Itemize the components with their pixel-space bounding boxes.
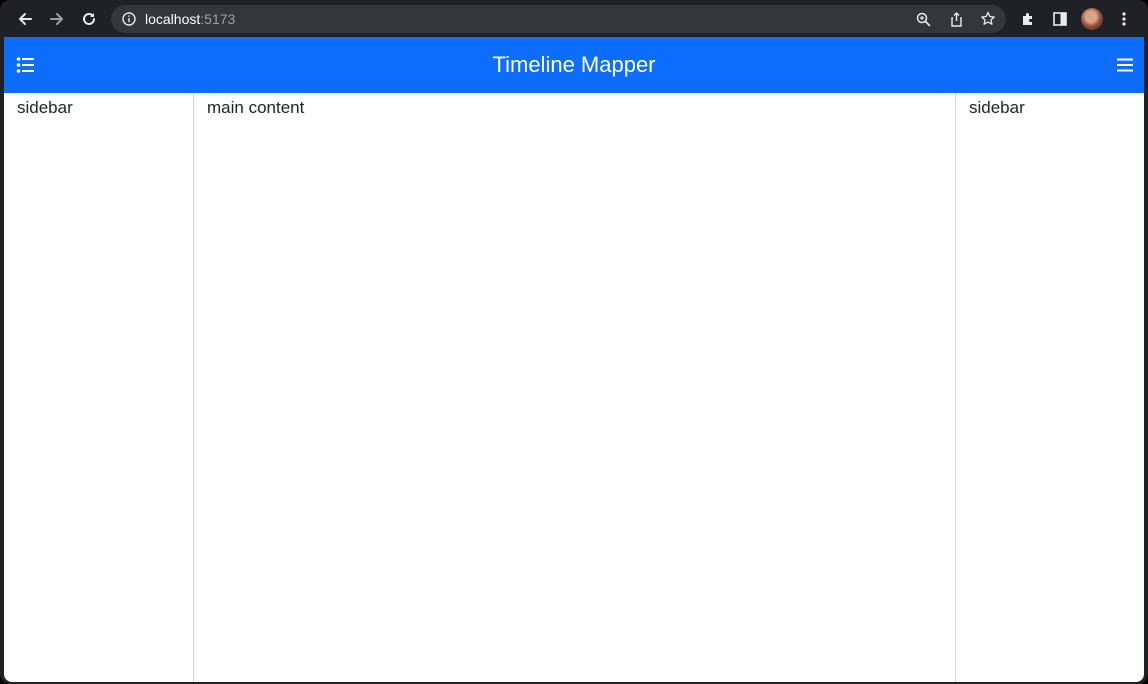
app-navbar: Timeline Mapper [4, 37, 1144, 93]
browser-toolbar: localhost:5173 [0, 0, 1148, 37]
info-icon[interactable] [121, 11, 137, 27]
side-panel-icon[interactable] [1047, 6, 1073, 32]
url-host: localhost [145, 11, 201, 27]
back-arrow-icon[interactable] [12, 6, 38, 32]
url-text: localhost:5173 [145, 11, 235, 27]
share-icon[interactable] [947, 10, 965, 28]
list-icon[interactable] [16, 56, 36, 74]
right-sidebar: sidebar [956, 93, 1144, 682]
star-icon[interactable] [979, 10, 997, 28]
zoom-icon[interactable] [914, 10, 932, 28]
profile-avatar[interactable] [1081, 8, 1103, 30]
url-port: :5173 [200, 11, 236, 27]
puzzle-icon[interactable] [1015, 6, 1041, 32]
left-sidebar: sidebar [4, 93, 194, 682]
hamburger-icon[interactable] [1116, 57, 1134, 73]
app-viewport: Timeline Mapper sidebar main content sid… [4, 37, 1144, 682]
right-sidebar-label: sidebar [969, 98, 1025, 117]
forward-arrow-icon[interactable] [44, 6, 70, 32]
app-title-container: Timeline Mapper [4, 37, 1144, 93]
main-content: main content [194, 93, 956, 682]
main-content-label: main content [207, 98, 305, 117]
app-title: Timeline Mapper [492, 52, 656, 77]
left-sidebar-label: sidebar [17, 98, 73, 117]
kebab-menu-icon[interactable] [1111, 6, 1137, 32]
reload-icon[interactable] [76, 6, 102, 32]
address-bar[interactable]: localhost:5173 [111, 5, 1006, 33]
browser-window: localhost:5173 Timeline Mapper sidebar m… [0, 0, 1148, 684]
